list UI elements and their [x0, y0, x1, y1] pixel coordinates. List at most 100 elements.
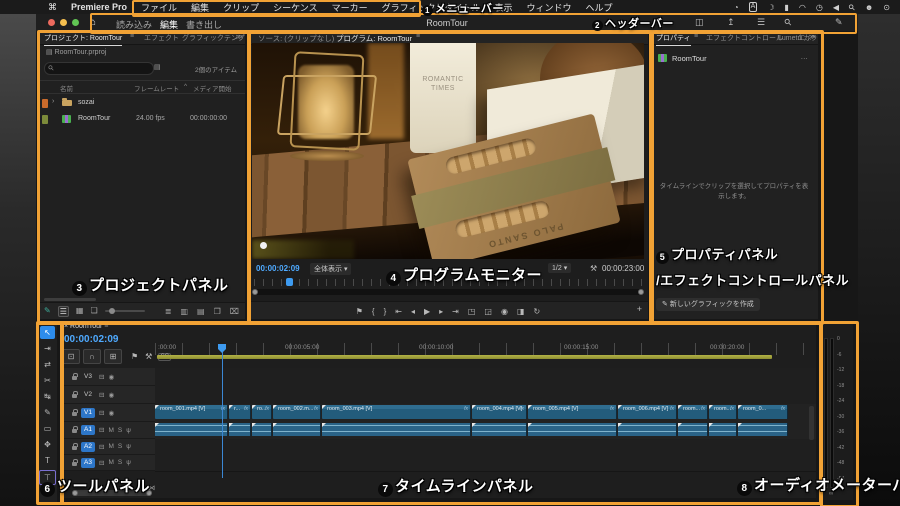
linked-selection-button[interactable]: ⊞	[104, 349, 122, 364]
rectangle-tool[interactable]: ▭	[40, 422, 55, 435]
track-v3-header[interactable]: V3 ⊟ ◉	[60, 368, 155, 386]
video-clip[interactable]: r... fx	[229, 405, 251, 419]
video-clip[interactable]: room_003.mp4 [V] fx	[322, 405, 471, 419]
audio-clip[interactable]	[273, 423, 321, 436]
menu-item[interactable]: ヘルプ	[586, 1, 613, 14]
play-button[interactable]: ▶	[424, 307, 430, 316]
step-back-button[interactable]: ◂	[411, 307, 415, 316]
panel-menu-icon[interactable]: ≡	[694, 33, 698, 40]
icon-view-icon[interactable]: ▦	[76, 306, 84, 317]
more-options-icon[interactable]: …	[801, 52, 809, 61]
lock-icon[interactable]	[72, 442, 78, 450]
track-a3-content[interactable]	[155, 455, 816, 472]
new-bin-icon[interactable]: ▤	[154, 63, 161, 71]
monitor-ruler[interactable]	[254, 278, 642, 286]
solo-button[interactable]: S	[118, 443, 122, 450]
track-output-eye-icon[interactable]: ◉	[108, 391, 114, 399]
hand-tool[interactable]: ✥	[40, 438, 55, 451]
sync-lock-icon[interactable]: ⊟	[99, 426, 104, 434]
writable-toggle-icon[interactable]: ✎	[44, 306, 51, 317]
track-a1-badge[interactable]: A1	[81, 425, 95, 435]
tab-overflow-icon[interactable]: ≫	[236, 33, 243, 41]
search-icon[interactable]: ⚲	[847, 2, 858, 13]
bin-name[interactable]: sozai	[78, 99, 94, 106]
timeline-horizontal-scrollbar[interactable]	[72, 490, 152, 496]
fit-select[interactable]: 全体表示 ▾	[310, 263, 352, 275]
sequence-name[interactable]: RoomTour	[78, 115, 110, 122]
track-output-eye-icon[interactable]: ◉	[108, 373, 114, 381]
column-media-start[interactable]: メディア開始	[193, 83, 232, 93]
solo-button[interactable]: S	[118, 427, 122, 434]
project-scrollbar[interactable]	[44, 298, 96, 301]
sort-icon[interactable]: ≣	[165, 307, 172, 316]
input-source-icon[interactable]: A	[748, 2, 758, 12]
menu-item[interactable]: グラフィックとタイトル	[382, 1, 481, 14]
track-v1-header[interactable]: V1 ⊟ ◉	[60, 404, 155, 422]
video-clip[interactable]: room... fx	[678, 405, 708, 419]
audio-clip[interactable]	[472, 423, 527, 436]
close-icon[interactable]: ×	[64, 323, 68, 330]
automate-to-sequence-icon[interactable]: ▥	[180, 307, 188, 316]
sync-lock-icon[interactable]: ⊟	[99, 409, 104, 417]
video-clip[interactable]: ro... fx	[252, 405, 272, 419]
fullscreen-icon[interactable]: ◫	[695, 17, 704, 28]
mark-out-button[interactable]: }	[384, 307, 387, 316]
track-output-eye-icon[interactable]: ◉	[108, 409, 114, 417]
clock-icon[interactable]: ◷	[816, 3, 823, 12]
audio-clip[interactable]	[618, 423, 677, 436]
vertical-type-tool[interactable]: ⊤	[39, 470, 56, 485]
track-v3-badge[interactable]: V3	[81, 372, 95, 382]
selected-sequence-row[interactable]: RoomTour …	[658, 52, 810, 64]
pen-icon[interactable]: ✎	[835, 17, 843, 28]
track-a3-header[interactable]: A3 ⊟ M S ψ	[60, 455, 155, 471]
video-clip[interactable]: room... fx	[709, 405, 737, 419]
zoom-slider[interactable]	[104, 308, 145, 314]
playback-resolution-select[interactable]: 1/2 ▾	[548, 263, 572, 273]
label-color-chip[interactable]	[42, 115, 48, 124]
mute-button[interactable]: M	[108, 443, 113, 450]
track-v1-content[interactable]: room_001.mp4 [V] fx r... fx ro... fx roo…	[155, 404, 816, 423]
settings-wrench-icon[interactable]: ⚒	[590, 264, 597, 273]
work-area-bar[interactable]	[157, 355, 772, 359]
menu-item[interactable]: ウィンドウ	[527, 1, 572, 14]
lift-button[interactable]: ◳	[468, 307, 476, 316]
audio-clip[interactable]	[252, 423, 272, 436]
audio-clip[interactable]	[678, 423, 708, 436]
timeline-vertical-scrollbar[interactable]	[809, 406, 814, 440]
track-v2-content[interactable]	[155, 386, 816, 405]
snap-toggle-button[interactable]: ∩	[83, 349, 101, 364]
ripple-edit-tool[interactable]: ⇄	[40, 358, 55, 371]
battery-icon[interactable]: ▮	[784, 3, 788, 12]
lock-icon[interactable]	[72, 372, 78, 380]
quick-export-icon[interactable]: ↥	[727, 17, 735, 28]
lock-icon[interactable]	[72, 426, 78, 433]
audio-clip[interactable]	[229, 423, 251, 436]
sync-lock-icon[interactable]: ⊟	[99, 373, 104, 381]
lock-icon[interactable]	[72, 408, 78, 416]
menu-item[interactable]: 編集	[191, 1, 209, 14]
delete-icon[interactable]: ⌧	[230, 307, 239, 316]
track-a1-header[interactable]: A1 ⊟ M S ψ	[60, 422, 155, 439]
timeline-tab[interactable]: × RoomTour ≡	[64, 323, 108, 330]
expand-caret[interactable]: ›	[52, 98, 54, 105]
track-a3-badge[interactable]: A3	[81, 457, 95, 468]
screen-time-icon[interactable]: ◔	[734, 3, 739, 12]
step-forward-button[interactable]: ▸	[439, 307, 443, 316]
video-clip[interactable]: room_0... fx	[738, 405, 788, 419]
selection-tool[interactable]: ↖	[40, 326, 55, 339]
tab-overflow-icon[interactable]: ≫	[809, 33, 816, 41]
tab-properties[interactable]: プロパティ	[656, 33, 691, 46]
monitor-playhead[interactable]	[286, 278, 293, 286]
create-graphic-button[interactable]: ✎ 新しいグラフィックを作成	[656, 298, 760, 311]
tab-effect-controls[interactable]: エフェクトコントロール	[706, 33, 783, 43]
mute-button[interactable]: M	[108, 459, 113, 466]
type-tool[interactable]: T	[40, 454, 55, 467]
menu-item[interactable]: シーケンス	[273, 1, 318, 14]
lock-icon[interactable]	[72, 458, 78, 466]
column-name[interactable]: 名前	[60, 83, 73, 93]
column-framerate[interactable]: フレームレート	[134, 83, 179, 93]
track-a2-badge[interactable]: A2	[81, 441, 95, 452]
track-v2-header[interactable]: V2 ⊟ ◉	[60, 386, 155, 404]
audio-clip[interactable]	[528, 423, 617, 436]
current-timecode[interactable]: 00:00:02:09	[256, 264, 300, 273]
